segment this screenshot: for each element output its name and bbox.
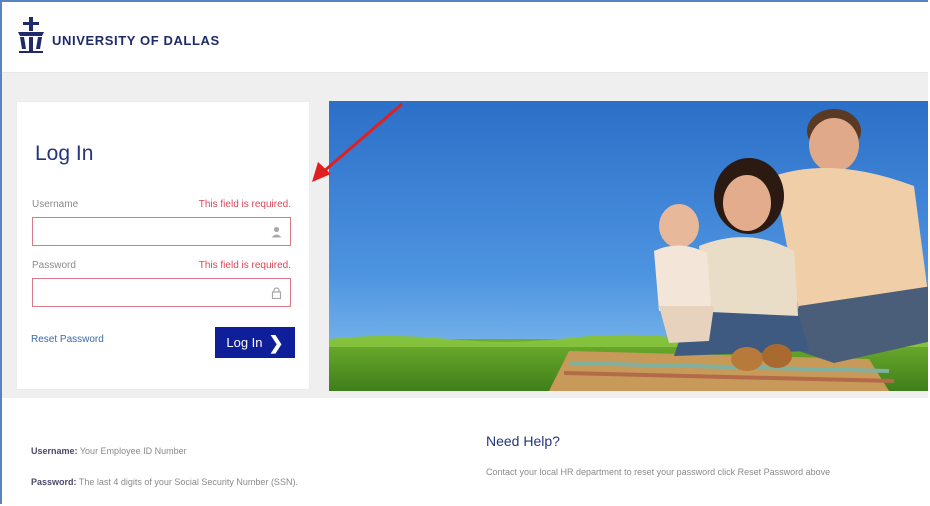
password-input[interactable] xyxy=(32,278,291,307)
hero-image xyxy=(329,101,928,391)
chevron-right-icon: ❯ xyxy=(268,332,284,353)
username-label: Username xyxy=(32,199,79,210)
password-error: This field is required. xyxy=(198,260,291,271)
lock-icon xyxy=(271,287,282,300)
password-hint: Password: The last 4 digits of your Soci… xyxy=(31,477,298,487)
password-label: Password xyxy=(32,260,76,271)
password-hint-key: Password: xyxy=(31,477,77,487)
username-input[interactable] xyxy=(32,217,291,246)
university-logo[interactable]: UNIVERSITY OF DALLAS xyxy=(14,16,220,56)
help-title: Need Help? xyxy=(486,433,560,449)
reset-password-link[interactable]: Reset Password xyxy=(31,334,104,345)
login-button-label: Log In xyxy=(226,335,263,350)
top-header: UNIVERSITY OF DALLAS xyxy=(2,2,928,73)
family-photo xyxy=(329,101,928,391)
help-text: Contact your local HR department to rese… xyxy=(486,467,831,477)
page-frame: UNIVERSITY OF DALLAS Log In Username Thi… xyxy=(0,0,928,504)
password-hint-value: The last 4 digits of your Social Securit… xyxy=(78,477,298,487)
login-card: Log In Username This field is required. … xyxy=(16,101,310,390)
user-icon xyxy=(271,226,282,238)
username-error: This field is required. xyxy=(198,199,291,210)
login-title: Log In xyxy=(35,142,94,165)
username-hint-key: Username: xyxy=(31,446,78,456)
username-hint-value: Your Employee ID Number xyxy=(79,446,187,456)
username-hint: Username: Your Employee ID Number xyxy=(31,446,187,456)
university-name: UNIVERSITY OF DALLAS xyxy=(52,32,220,48)
footer-info: Username: Your Employee ID Number Passwo… xyxy=(2,399,928,504)
login-button[interactable]: Log In ❯ xyxy=(215,327,295,358)
university-crest-icon xyxy=(18,17,44,53)
